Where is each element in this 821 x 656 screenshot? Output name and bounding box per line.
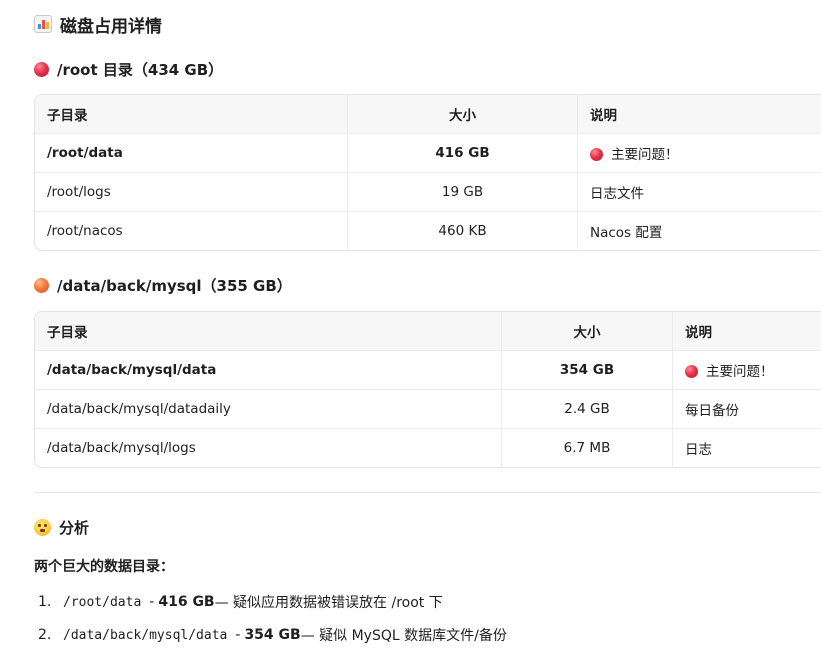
cell-size: 416 GB	[348, 134, 578, 173]
analysis-title-text: 分析	[59, 518, 90, 537]
cell-note: 日志	[673, 429, 821, 467]
analysis-summary: 两个巨大的数据目录：	[34, 559, 174, 575]
table-header-row: 子目录 大小 说明	[35, 95, 821, 134]
red-circle-icon	[685, 365, 698, 378]
col-header-size: 大小	[502, 312, 673, 351]
mysql-dir-table: 子目录 大小 说明 /data/back/mysql/data 354 GB 主…	[34, 311, 821, 468]
col-header-dir: 子目录	[35, 95, 348, 134]
table-row: /root/nacos 460 KB Nacos 配置	[35, 212, 821, 250]
section-title-root: /root 目录（434 GB）	[34, 58, 223, 80]
cell-note-text: 主要问题！	[706, 364, 774, 380]
root-dir-table: 子目录 大小 说明 /root/data 416 GB 主要问题！ /root/…	[34, 94, 821, 251]
table-header-row: 子目录 大小 说明	[35, 312, 821, 351]
red-circle-icon	[590, 148, 603, 161]
page-title: 磁盘占用详情	[34, 12, 162, 37]
table-row: /data/back/mysql/logs 6.7 MB 日志	[35, 429, 821, 467]
cell-dir: /data/back/mysql/datadaily	[35, 390, 502, 429]
cell-dir: /root/nacos	[35, 212, 348, 250]
thinking-face-icon	[34, 518, 51, 536]
table-row: /data/back/mysql/data 354 GB 主要问题！	[35, 351, 821, 390]
list-number: 1.	[38, 594, 52, 610]
section-divider	[34, 492, 821, 493]
section-title-text: /data/back/mysql（355 GB）	[57, 276, 292, 295]
cell-dir: /data/back/mysql/data	[35, 351, 502, 390]
table-row: /data/back/mysql/datadaily 2.4 GB 每日备份	[35, 390, 821, 429]
cell-size: 354 GB	[502, 351, 673, 390]
orange-circle-icon	[34, 277, 49, 293]
col-header-note: 说明	[578, 95, 821, 134]
cell-dir: /root/logs	[35, 173, 348, 212]
item-description: — 疑似 MySQL 数据库文件/备份	[300, 628, 507, 644]
list-number: 2.	[38, 627, 52, 643]
cell-size: 6.7 MB	[502, 429, 673, 467]
separator: -	[149, 594, 155, 610]
col-header-size: 大小	[348, 95, 578, 134]
list-item: 1. /root/data - 416 GB — 疑似应用数据被错误放在 /ro…	[34, 590, 507, 614]
analysis-title: 分析	[34, 516, 89, 538]
table-row: /root/logs 19 GB 日志文件	[35, 173, 821, 212]
col-header-dir: 子目录	[35, 312, 502, 351]
cell-note-text: 主要问题！	[611, 147, 679, 163]
cell-dir: /root/data	[35, 134, 348, 173]
path-code: /data/back/mysql/data	[63, 627, 228, 643]
cell-note: 主要问题！	[673, 351, 821, 390]
section-title-text: /root 目录（434 GB）	[57, 60, 224, 79]
cell-size: 19 GB	[348, 173, 578, 212]
section-title-mysql: /data/back/mysql（355 GB）	[34, 274, 292, 296]
bar-chart-icon	[34, 15, 52, 33]
cell-size: 460 KB	[348, 212, 578, 250]
findings-list: 1. /root/data - 416 GB — 疑似应用数据被错误放在 /ro…	[34, 590, 507, 656]
page-title-text: 磁盘占用详情	[60, 16, 162, 37]
cell-note: 主要问题！	[578, 134, 821, 173]
col-header-note: 说明	[673, 312, 821, 351]
cell-note: 每日备份	[673, 390, 821, 429]
path-code: /root/data	[63, 594, 142, 610]
red-circle-icon	[34, 61, 49, 77]
item-description: — 疑似应用数据被错误放在 /root 下	[214, 595, 443, 611]
table-row: /root/data 416 GB 主要问题！	[35, 134, 821, 173]
size-value: 416 GB	[158, 594, 215, 610]
cell-note: 日志文件	[578, 173, 821, 212]
cell-dir: /data/back/mysql/logs	[35, 429, 502, 467]
cell-note: Nacos 配置	[578, 212, 821, 250]
size-value: 354 GB	[244, 627, 301, 643]
cell-size: 2.4 GB	[502, 390, 673, 429]
list-item: 2. /data/back/mysql/data - 354 GB — 疑似 M…	[34, 623, 507, 647]
separator: -	[235, 627, 241, 643]
